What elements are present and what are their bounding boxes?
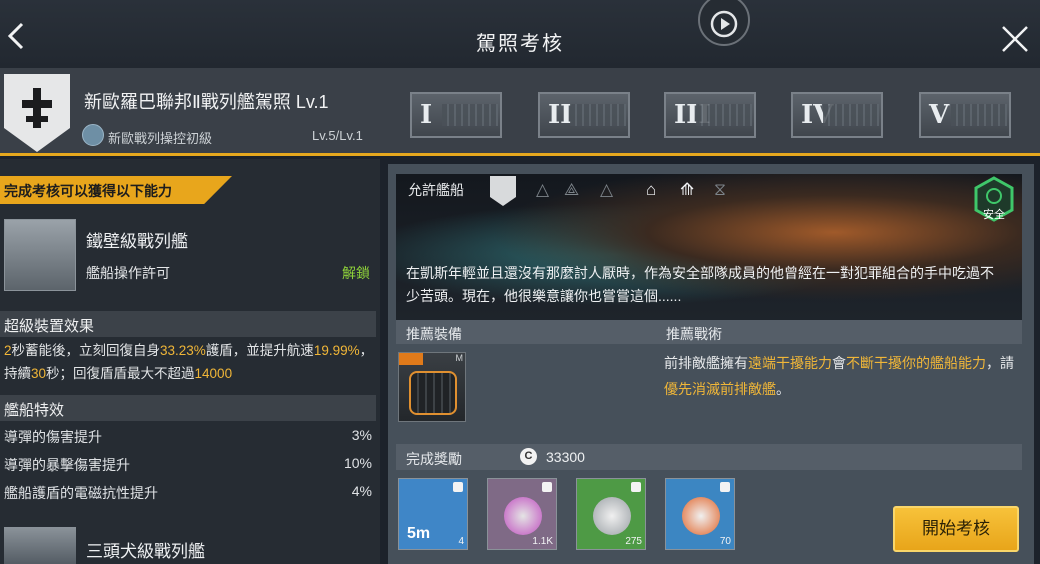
ship-thumbnail (823, 104, 879, 126)
ship-name[interactable]: 三頭犬級戰列艦 (86, 537, 205, 562)
reward-item[interactable]: 1.1K (487, 478, 557, 550)
reward-strip: 完成獎勵 C 33300 (396, 444, 1022, 470)
safe-label: 安全 (983, 207, 1005, 221)
skill-icon (82, 124, 104, 146)
rarity-tag (399, 353, 423, 365)
reward-amount: 33300 (546, 449, 585, 465)
close-icon[interactable] (1000, 24, 1030, 54)
tactic-text: 前排敵艦擁有遠端干擾能力會不斷干擾你的艦船能力，請優先消滅前排敵艦。 (664, 355, 1014, 397)
lock-icon (453, 482, 463, 492)
ship-permission: 艦船操作許可 (86, 265, 170, 281)
reward-count: 1.1K (532, 536, 553, 547)
ship-card-ironwall[interactable]: 鐵壁級戰列艦 艦船操作許可 解鎖 (0, 211, 380, 307)
license-header: 新歐羅巴聯邦Ⅱ戰列艦駕照 Lv.1 新歐戰列操控初級 Lv.5/Lv.1 (0, 68, 1040, 156)
reward-time: 5m (407, 525, 431, 542)
lock-icon (542, 482, 552, 492)
page-title: 駕照考核 (476, 33, 564, 55)
license-title: 新歐羅巴聯邦Ⅱ戰列艦駕照 Lv.1 (84, 92, 329, 112)
ship-class-icon: ⟰ (680, 180, 695, 199)
ship-image (4, 219, 76, 291)
reward-item[interactable]: 275 (576, 478, 646, 550)
tier-tab-5[interactable]: V (919, 92, 1011, 138)
ship-class-icon: ⌂ (646, 180, 657, 199)
abilities-panel: 完成考核可以獲得以下能力 鐵壁級戰列艦 艦船操作許可 解鎖 超級裝置效果 2秒蓄… (0, 159, 380, 564)
reward-item[interactable]: 70 (665, 478, 735, 550)
start-exam-button[interactable]: 開始考核 (893, 506, 1019, 552)
ship-thumbnail (570, 104, 626, 126)
ship-class-icon: △ (600, 180, 614, 199)
safe-zone-icon: 安全 (974, 176, 1014, 222)
tier-tab-2[interactable]: II (538, 92, 630, 138)
tier-tab-1[interactable]: I (410, 92, 502, 138)
ship-image[interactable] (4, 527, 76, 564)
lock-icon (631, 482, 641, 492)
equip-marker: M (455, 353, 464, 363)
reward-label: 完成獎勵 (406, 451, 462, 467)
exam-detail-panel: 允許艦船 △ ⟁ △ ⌂ ⟰ ⧖ 安全 在凱斯年輕並且還沒有那麼討人厭時，作為安… (388, 164, 1034, 564)
special-effects-header: 艦船特效 (0, 395, 376, 421)
skill-label: 新歐戰列操控初級 (108, 131, 213, 146)
reward-count: 70 (719, 536, 731, 547)
faction-badge-icon (4, 74, 70, 152)
unlock-status: 解鎖 (342, 265, 370, 281)
abilities-ribbon: 完成考核可以獲得以下能力 (0, 176, 232, 204)
ship-thumbnail (442, 104, 498, 126)
lock-icon (720, 482, 730, 492)
effect-row: 艦船護盾的電磁抗性提升 4% (4, 483, 372, 501)
resource-icon (682, 497, 720, 535)
credit-icon: C (520, 448, 537, 465)
faction-icon (490, 176, 516, 206)
equipment-image (409, 371, 457, 415)
story-banner: 允許艦船 △ ⟁ △ ⌂ ⟰ ⧖ 安全 在凱斯年輕並且還沒有那麼討人厭時，作為安… (396, 174, 1022, 320)
tier-tab-4[interactable]: IV (791, 92, 883, 138)
effect-row: 導彈的暴擊傷害提升 10% (4, 455, 372, 473)
allowed-ships-label: 允許艦船 (408, 182, 464, 198)
ship-thumbnail (951, 104, 1007, 126)
rec-equip-label: 推薦裝備 (406, 326, 462, 342)
effect-row: 導彈的傷害提升 3% (4, 427, 372, 445)
super-equip-description: 2秒蓄能後，立刻回復自身33.23%護盾，並提升航速19.99%，持續30秒；回… (4, 343, 374, 381)
reward-count: 275 (625, 536, 642, 547)
super-equip-header: 超級裝置效果 (0, 311, 376, 337)
reward-item[interactable]: 5m 4 (398, 478, 468, 550)
recommended-equipment[interactable]: M (398, 352, 466, 422)
ship-class-icon: ⟁ (564, 180, 580, 199)
ship-thumbnail (696, 104, 752, 126)
story-text: 在凱斯年輕並且還沒有那麼討人厭時，作為安全部隊成員的他曾經在一對犯罪組合的手中吃… (406, 265, 994, 304)
top-bar: 駕照考核 (0, 0, 1040, 68)
ship-class-icon: ⧖ (714, 180, 726, 199)
reward-count: 4 (458, 536, 464, 547)
ship-name: 鐵壁級戰列艦 (86, 232, 188, 251)
resource-icon (593, 497, 631, 535)
resource-icon (504, 497, 542, 535)
tier-tab-3[interactable]: III (664, 92, 756, 138)
ship-class-icon: △ (536, 180, 550, 199)
rec-tactic-label: 推薦戰術 (666, 326, 722, 342)
skill-level: Lv.5/Lv.1 (312, 128, 363, 143)
